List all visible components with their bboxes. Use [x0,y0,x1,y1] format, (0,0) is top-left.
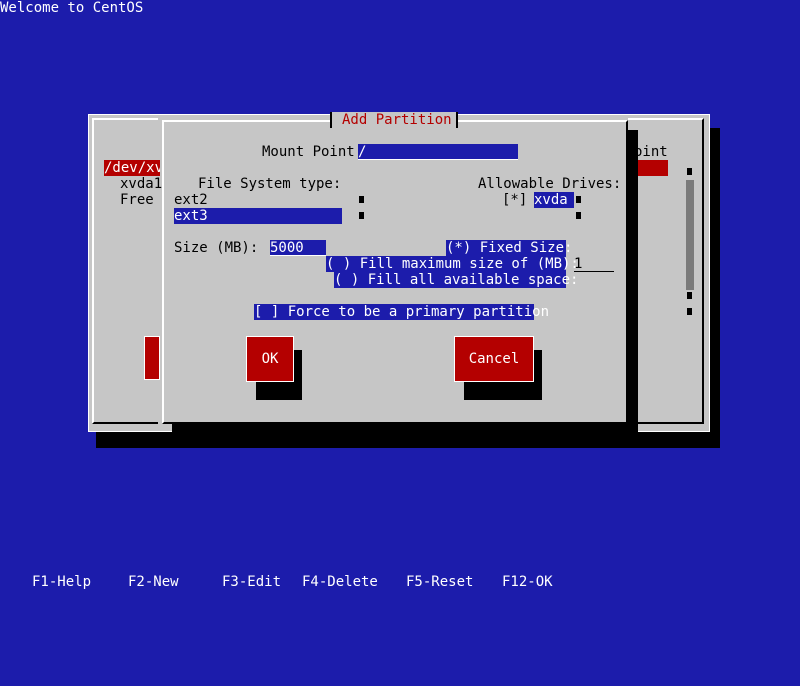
drive-list-scroll-icon [576,196,581,203]
size-label: Size (MB): [174,240,259,256]
drive-checkbox[interactable]: [*] [502,192,527,208]
footer-f2-new: F2-New [128,574,179,590]
footer-f3-edit: F3-Edit [222,574,282,590]
force-primary-checkbox[interactable]: [ ] Force to be a primary partition [254,304,549,320]
fs-type-label: File System type: [198,176,342,192]
mount-point-input[interactable]: / [358,144,518,160]
fs-type-option-ext2[interactable]: ext2 [174,192,208,208]
fill-max-size-input[interactable]: 1 [574,256,614,272]
fs-list-scroll-icon [359,196,364,203]
drive-name[interactable]: xvda [534,192,574,208]
device-list-item-xvda1[interactable]: xvda1 [120,176,162,192]
allowable-drives-label: Allowable Drives: [478,176,622,192]
footer-f1-help: F1-Help [32,574,92,590]
scrollbar-track [686,180,694,290]
fill-max-size-radio[interactable]: ( ) Fill maximum size of (MB): [326,256,579,272]
background-selected-row [634,160,668,176]
footer-f12-ok: F12-OK [502,574,553,590]
window-title: Welcome to CentOS [0,0,144,16]
cancel-button[interactable]: Cancel [454,336,534,382]
device-list-item-free[interactable]: Free [120,192,154,208]
mount-point-label: Mount Point: [262,144,364,160]
ok-button[interactable]: OK [246,336,294,382]
dialog-title: Add Partition [342,112,452,128]
size-input[interactable]: 5000 [270,240,326,256]
drive-list-scroll-icon [576,212,581,219]
footer-f4-delete: F4-Delete [302,574,378,590]
scroll-marker-icon [687,168,692,175]
background-scrollbar[interactable] [686,168,694,318]
footer-f5-reset: F5-Reset [406,574,474,590]
fill-all-space-radio[interactable]: ( ) Fill all available space: [334,272,578,288]
footer-help-bar: F1-Help F2-New F3-Edit F4-Delete F5-Rese… [0,574,800,686]
column-header-fragment: oint [634,144,668,160]
fs-list-scroll-icon [359,212,364,219]
device-list-item-dev[interactable]: /dev/xv [104,160,160,176]
scroll-marker-icon [687,308,692,315]
fs-type-option-ext3-selected[interactable]: ext3 [174,208,342,224]
background-button [144,336,160,380]
scroll-marker-icon [687,292,692,299]
fixed-size-radio[interactable]: (*) Fixed Size: [446,240,572,256]
